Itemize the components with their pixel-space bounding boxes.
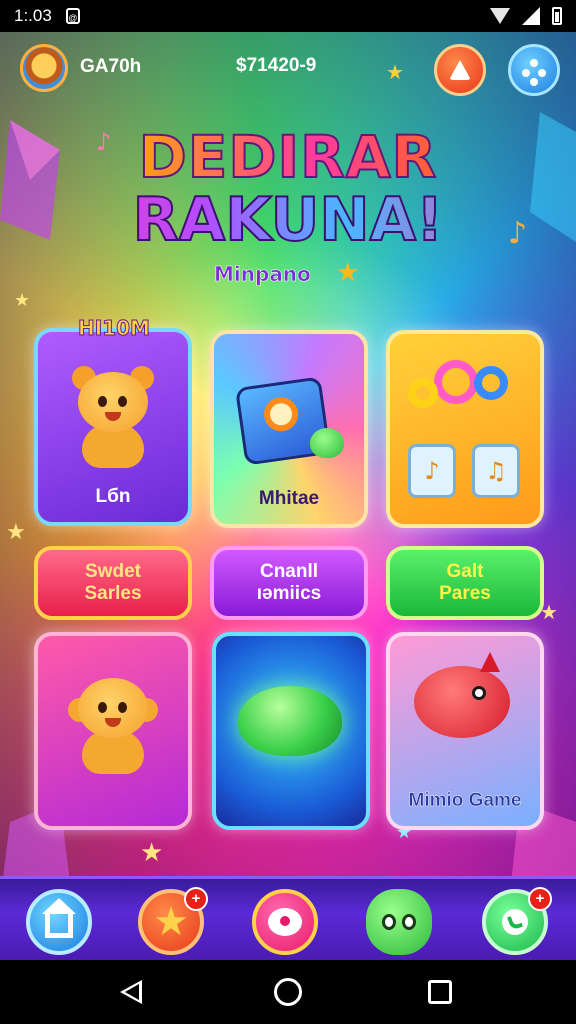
signal-icon xyxy=(522,7,540,25)
sparkle-icon: ★ xyxy=(14,290,31,311)
dot-icon xyxy=(538,69,546,77)
notifications-button[interactable] xyxy=(434,44,486,96)
nav-chat-button[interactable] xyxy=(252,889,318,955)
game-card-slime[interactable] xyxy=(212,632,370,830)
star-icon: ★ xyxy=(153,899,189,945)
category-label-line1: Cnanll xyxy=(259,561,319,583)
category-button-3[interactable]: Galt Pares xyxy=(386,546,544,620)
system-navigation-bar xyxy=(0,960,576,1024)
bottom-navigation: ★ + + xyxy=(0,876,576,963)
category-label-line1: Galt xyxy=(446,561,484,583)
game-title: DEDIRAR RAKUNA! xyxy=(0,127,576,251)
game-card-label: Mimio Game xyxy=(408,790,522,811)
slime-icon xyxy=(310,428,344,458)
sim-icon: @ xyxy=(65,8,80,24)
creature-character-icon xyxy=(68,672,158,774)
status-bar: 1:.03 @ xyxy=(0,0,576,32)
title-subtitle: Minpano xyxy=(214,262,311,287)
note-tile-icon: ♫ xyxy=(472,444,520,498)
game-card-label: Mhitae xyxy=(258,488,320,509)
title-line-1: DEDIRAR xyxy=(0,127,576,187)
battery-icon xyxy=(552,7,562,25)
title-line-2: RAKUNA! xyxy=(0,189,576,251)
game-card-creature[interactable] xyxy=(34,632,192,830)
coin-balance: $71420-9 xyxy=(236,55,317,76)
monster-icon xyxy=(382,914,416,930)
game-card-music[interactable]: ♪ ♫ xyxy=(386,330,544,528)
dot-icon xyxy=(530,78,538,86)
wifi-icon xyxy=(490,8,510,24)
game-card-bear[interactable]: Lбn xyxy=(34,328,192,526)
sparkle-icon: ★ xyxy=(140,838,164,868)
clock: 1:.03 xyxy=(14,6,52,25)
game-card-label: Lбn xyxy=(95,486,131,507)
phone-icon xyxy=(502,909,528,935)
nav-character-button[interactable] xyxy=(366,889,432,955)
back-icon[interactable] xyxy=(120,980,142,1004)
nav-home-button[interactable] xyxy=(26,889,92,955)
alert-icon xyxy=(449,60,471,80)
home-icon xyxy=(42,898,76,938)
nav-favorites-button[interactable]: ★ + xyxy=(138,887,208,955)
section-label: HI10M xyxy=(78,316,151,341)
note-tile-icon: ♪ xyxy=(408,444,456,498)
star-icon: ★ xyxy=(336,258,360,288)
category-label-line2: ıəmiics xyxy=(256,583,322,604)
home-circle-icon[interactable] xyxy=(274,978,302,1006)
player-avatar[interactable] xyxy=(20,44,68,92)
red-monster-icon xyxy=(414,652,510,738)
notification-badge: + xyxy=(184,887,208,911)
nav-call-button[interactable]: + xyxy=(482,887,552,955)
category-label-line2: Pares xyxy=(439,583,491,604)
slime-icon xyxy=(238,686,342,756)
bear-character-icon xyxy=(68,366,158,468)
chat-icon xyxy=(268,908,302,936)
dot-icon xyxy=(522,69,530,77)
sparkle-icon: ★ xyxy=(6,520,26,545)
category-button-1[interactable]: Swdet Sarles xyxy=(34,546,192,620)
dot-icon xyxy=(530,59,538,67)
player-name: GA70h xyxy=(80,56,142,77)
music-notes-icon xyxy=(404,356,526,426)
category-label-line2: Sarles xyxy=(84,583,142,604)
game-card-mini-game[interactable]: Mimio Game xyxy=(386,632,544,830)
game-card-puzzle[interactable]: Mhitae xyxy=(210,330,368,528)
category-label-line1: Swdet xyxy=(85,561,141,583)
notification-badge: + xyxy=(528,887,552,911)
top-header: GA70h $71420-9 ★ xyxy=(0,40,576,102)
category-button-2[interactable]: Cnanll ıəmiics xyxy=(210,546,368,620)
star-decoration-icon: ★ xyxy=(386,60,404,84)
recent-apps-icon[interactable] xyxy=(428,980,452,1004)
menu-button[interactable] xyxy=(508,44,560,96)
